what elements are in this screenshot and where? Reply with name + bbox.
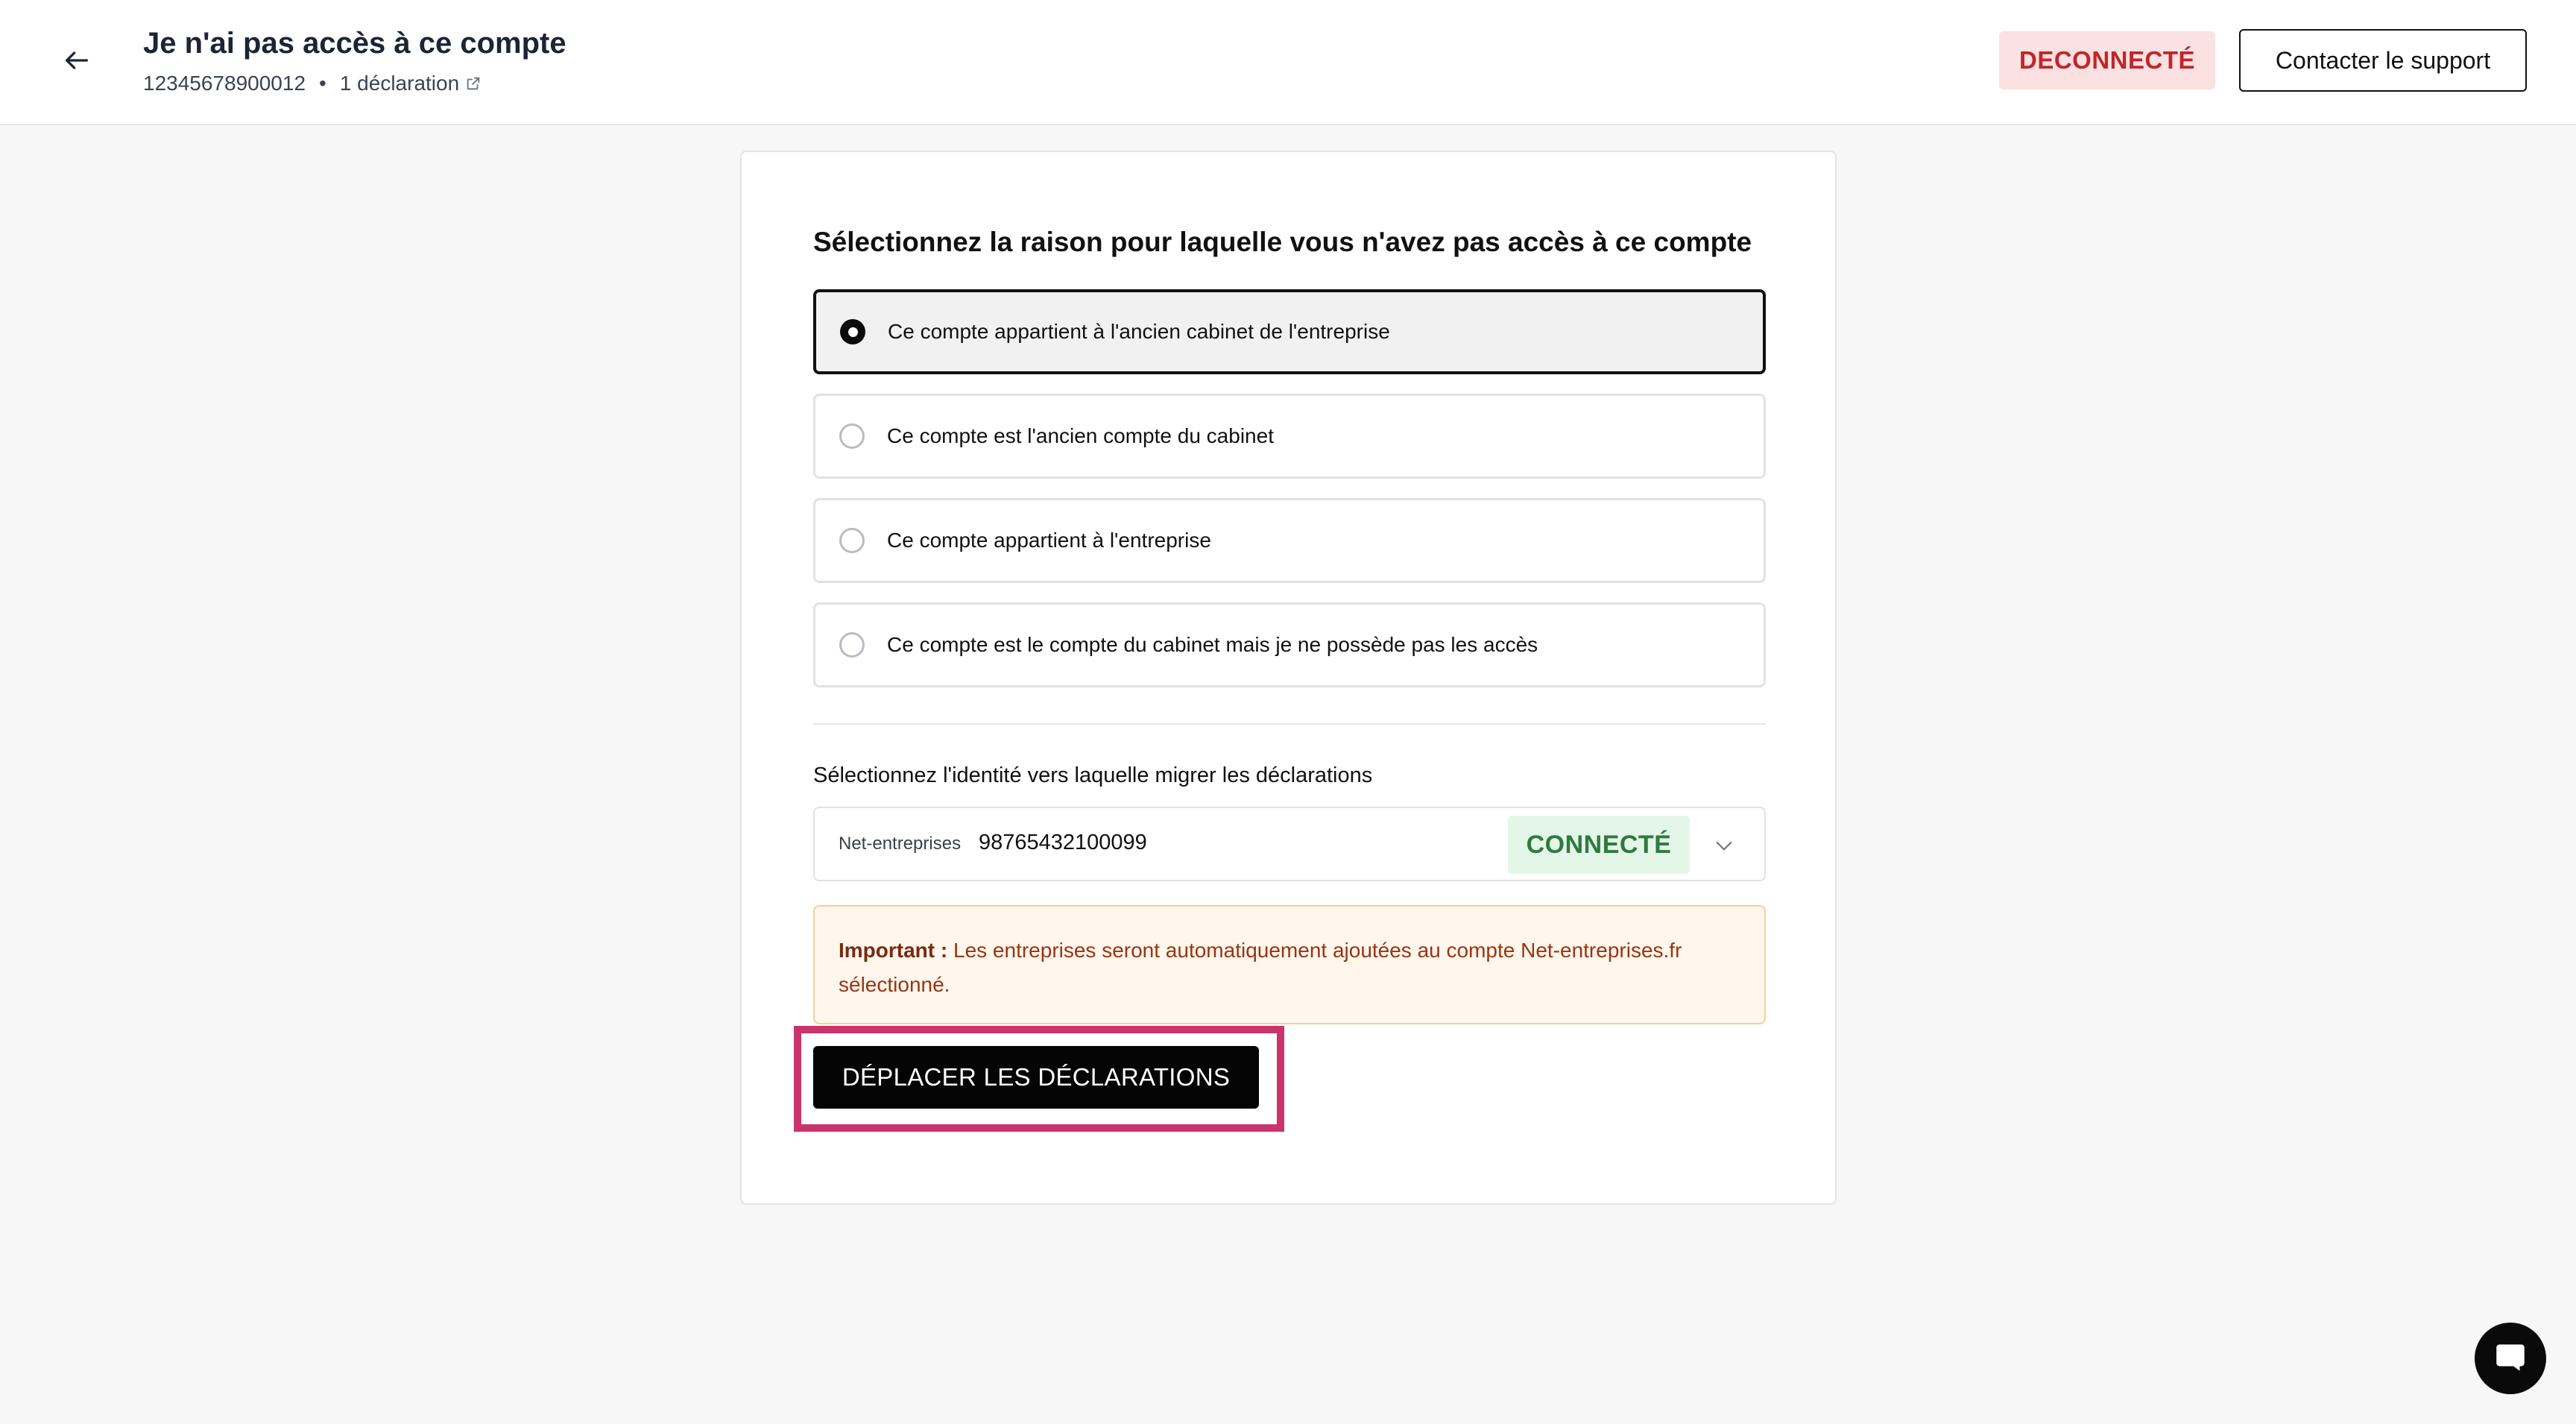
back-button[interactable] bbox=[55, 40, 98, 84]
reason-option-label: Ce compte appartient à l'entreprise bbox=[887, 529, 1211, 552]
reason-option-old-firm-account[interactable]: Ce compte est l'ancien compte du cabinet bbox=[813, 394, 1766, 479]
reason-option-former-firm[interactable]: Ce compte appartient à l'ancien cabinet … bbox=[813, 289, 1766, 374]
radio-empty-icon bbox=[839, 423, 865, 449]
radio-selected-icon bbox=[840, 319, 865, 344]
important-notice: Important : Les entreprises seront autom… bbox=[813, 905, 1766, 1024]
reason-option-label: Ce compte est le compte du cabinet mais … bbox=[887, 633, 1538, 656]
reason-option-no-access[interactable]: Ce compte est le compte du cabinet mais … bbox=[813, 602, 1766, 687]
disconnected-status-badge: DECONNECTÉ bbox=[1999, 31, 2215, 89]
contact-support-button[interactable]: Contacter le support bbox=[2239, 29, 2527, 92]
reason-question: Sélectionnez la raison pour laquelle vou… bbox=[813, 227, 1752, 257]
radio-empty-icon bbox=[839, 632, 865, 658]
chevron-down-icon[interactable] bbox=[1709, 831, 1739, 860]
identity-select[interactable]: Net-entreprises 98765432100099 CONNECTÉ bbox=[813, 807, 1766, 881]
external-link-icon bbox=[465, 75, 482, 92]
top-bar: Je n'ai pas accès à ce compte 1234567890… bbox=[0, 0, 2576, 125]
meta-separator: • bbox=[319, 72, 326, 95]
radio-empty-icon bbox=[839, 528, 865, 553]
identity-select-label: Sélectionnez l'identité vers laquelle mi… bbox=[813, 763, 1373, 787]
reason-form-card: Sélectionnez la raison pour laquelle vou… bbox=[740, 151, 1837, 1205]
notice-text: Les entreprises seront automatiquement a… bbox=[839, 939, 1682, 996]
notice-title: Important : bbox=[839, 939, 948, 962]
declarations-link[interactable]: 1 déclaration bbox=[340, 72, 482, 95]
identity-value: 98765432100099 bbox=[979, 831, 1147, 854]
reason-option-company-account[interactable]: Ce compte appartient à l'entreprise bbox=[813, 498, 1766, 583]
move-declarations-button[interactable]: DÉPLACER LES DÉCLARATIONS bbox=[813, 1046, 1259, 1109]
identity-provider: Net-entreprises bbox=[839, 834, 962, 854]
account-meta: 12345678900012 • 1 déclaration bbox=[143, 72, 482, 95]
reason-option-label: Ce compte est l'ancien compte du cabinet bbox=[887, 424, 1274, 447]
declarations-link-label: 1 déclaration bbox=[339, 72, 460, 95]
chat-launcher-button[interactable] bbox=[2475, 1323, 2546, 1394]
reason-option-label: Ce compte appartient à l'ancien cabinet … bbox=[888, 320, 1390, 343]
connected-status-badge: CONNECTÉ bbox=[1508, 816, 1690, 874]
arrow-left-icon bbox=[62, 45, 92, 79]
page-title: Je n'ai pas accès à ce compte bbox=[143, 27, 566, 60]
chat-icon bbox=[2492, 1338, 2529, 1379]
account-id: 12345678900012 bbox=[143, 72, 306, 95]
section-divider bbox=[813, 723, 1766, 725]
